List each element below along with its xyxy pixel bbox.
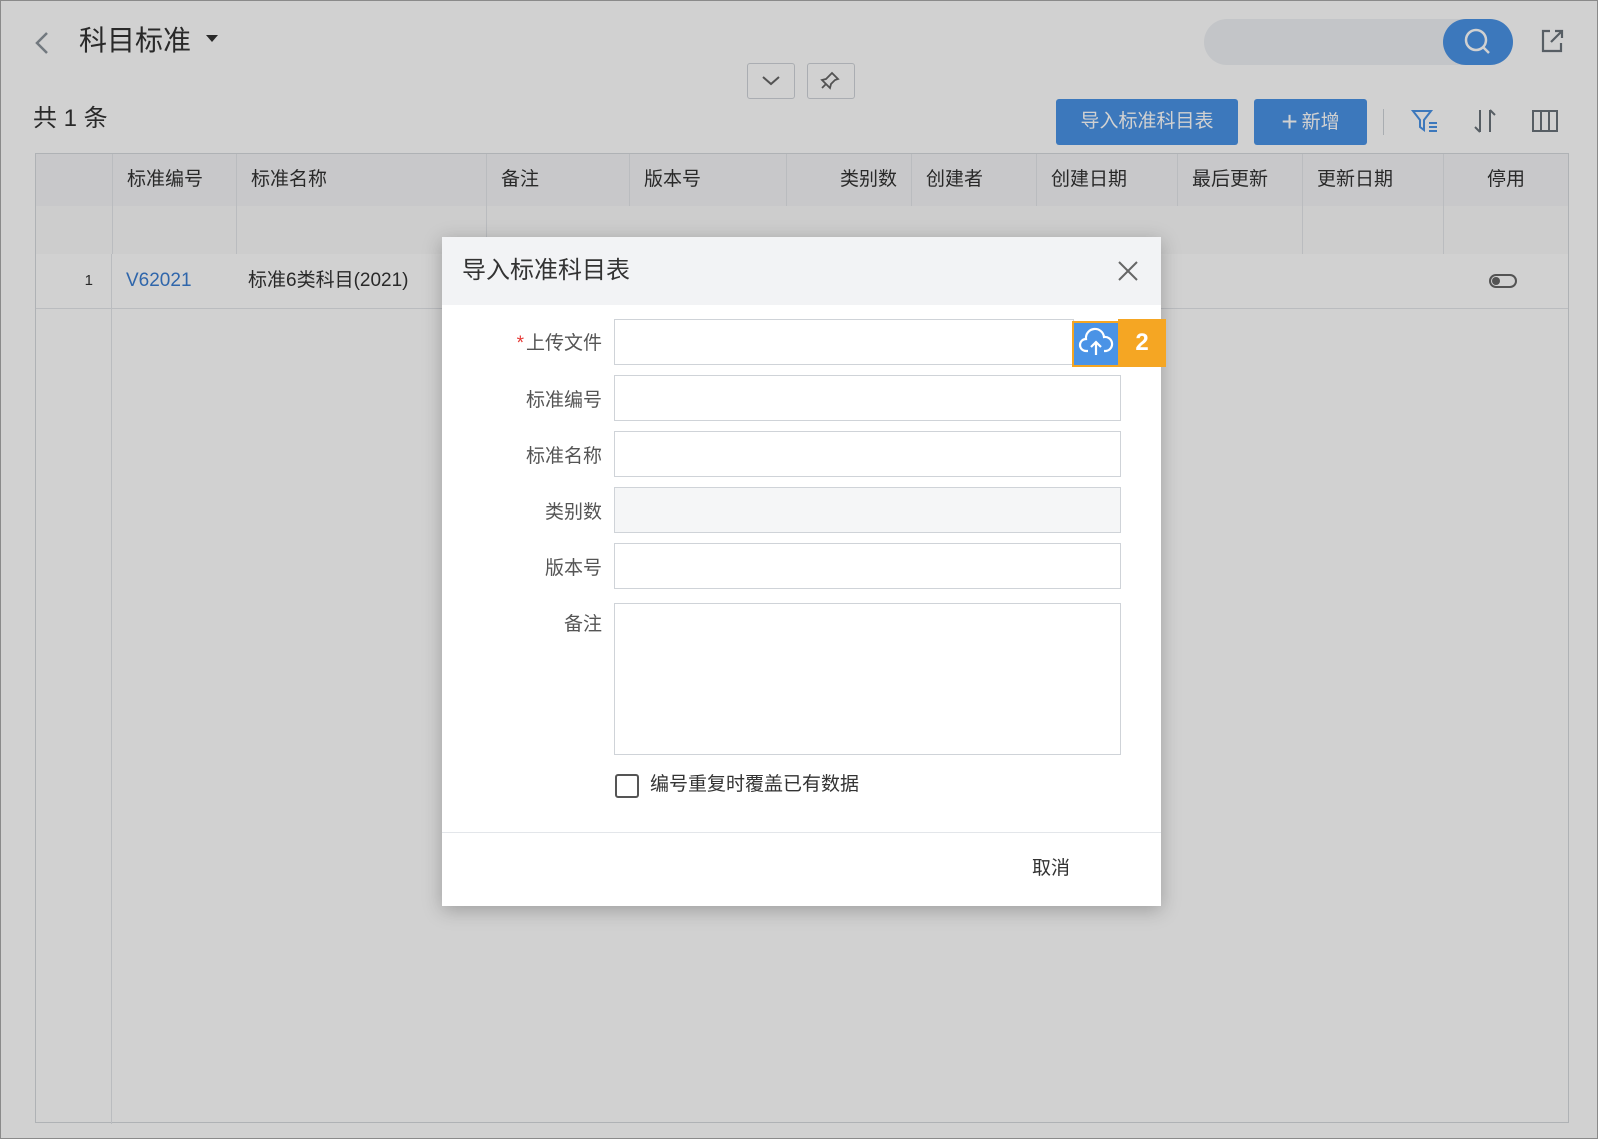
upload-button[interactable]: [1072, 321, 1118, 367]
upload-label-text: 上传文件: [525, 333, 602, 354]
required-mark: *: [516, 333, 524, 354]
dialog-header: 导入标准科目表: [442, 237, 1161, 305]
close-icon[interactable]: [1114, 257, 1142, 285]
version-field[interactable]: [614, 543, 1121, 589]
overwrite-checkbox[interactable]: [615, 774, 639, 798]
version-label: 版本号: [544, 558, 602, 579]
remark-textarea[interactable]: [614, 603, 1121, 755]
dialog-title: 导入标准科目表: [462, 257, 630, 284]
step-badge: 2: [1118, 319, 1166, 367]
category-count-label: 类别数: [544, 502, 602, 523]
code-label: 标准编号: [525, 390, 602, 411]
name-label: 标准名称: [525, 446, 602, 467]
footer-divider: [442, 832, 1161, 833]
cancel-button[interactable]: 取消: [1032, 854, 1070, 884]
import-dialog: 导入标准科目表 * 上传文件 2 标准编号 标准名称 类别数 版本号 备注 编号重…: [442, 237, 1166, 906]
overwrite-label[interactable]: 编号重复时覆盖已有数据: [650, 771, 859, 799]
code-field[interactable]: [614, 375, 1121, 421]
cloud-upload-icon: [1078, 327, 1114, 355]
remark-label: 备注: [563, 614, 602, 635]
upload-file-field[interactable]: [614, 319, 1074, 365]
upload-label: * 上传文件: [442, 331, 602, 357]
category-count-field: [614, 487, 1121, 533]
app-window: 科目标准 共 1 条 导入标准科目表 +新增 标准编号 标准名称 备注 版本号: [0, 0, 1598, 1139]
name-field[interactable]: [614, 431, 1121, 477]
